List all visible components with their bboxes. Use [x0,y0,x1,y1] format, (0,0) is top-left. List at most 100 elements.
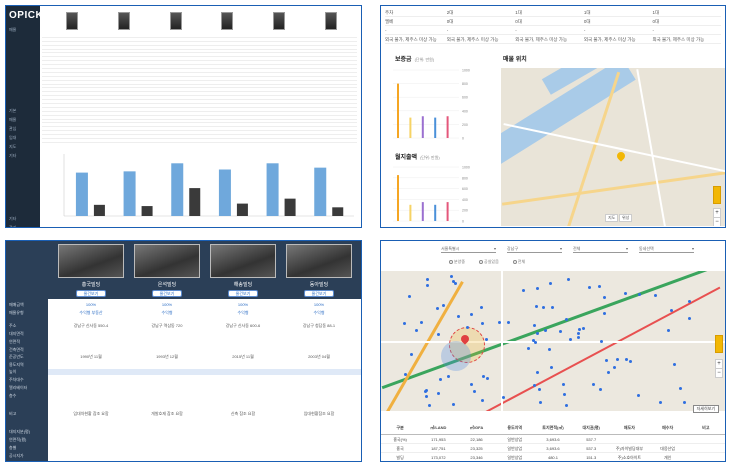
listing-marker[interactable] [581,327,585,331]
listing-marker[interactable] [424,395,428,399]
building-thumbnail[interactable] [169,12,182,30]
sidebar-item[interactable] [6,187,40,196]
sidebar-item[interactable] [6,34,40,43]
listing-marker[interactable] [420,321,424,325]
listing-marker[interactable] [427,403,431,407]
listing-marker[interactable] [441,304,445,308]
listing-marker[interactable] [403,321,407,325]
listing-marker[interactable] [470,313,474,317]
listing-marker[interactable] [562,392,566,396]
listing-marker[interactable] [658,400,662,404]
map-type-satellite[interactable]: 위성 [619,214,633,222]
bar[interactable] [421,202,424,221]
listing-marker[interactable] [564,403,568,407]
listing-marker[interactable] [424,389,428,393]
building-thumbnail[interactable] [325,12,338,30]
street-view-icon[interactable] [715,335,723,353]
bar[interactable] [171,163,184,216]
listing-marker[interactable] [567,278,571,282]
sidebar-item[interactable] [6,61,40,70]
filter-select[interactable]: 전체 ▾ [573,246,628,253]
bar[interactable] [236,203,248,216]
view-listing-button[interactable]: 물건보기 [76,290,106,297]
building-photo[interactable] [286,244,352,278]
sidebar-item[interactable] [6,160,40,169]
listing-marker[interactable] [456,314,460,318]
listing-marker[interactable] [482,374,486,378]
sidebar-item[interactable] [6,43,40,52]
bar[interactable] [397,83,399,138]
listing-marker[interactable] [577,335,581,339]
listing-marker[interactable] [577,328,581,332]
column-header[interactable]: 구분 [381,421,419,434]
listing-marker[interactable] [588,286,592,290]
bar[interactable] [409,117,412,138]
listing-marker[interactable] [481,321,485,325]
table-row[interactable]: 흥국(%) 171,953 22,186 일반상업 3,693.6 537.7 [381,435,725,444]
listing-marker[interactable] [679,386,683,390]
listing-marker[interactable] [437,391,441,395]
listing-marker[interactable] [425,283,429,287]
bar[interactable] [421,116,424,138]
listing-marker[interactable] [437,332,441,336]
listing-marker[interactable] [486,376,490,380]
column-header[interactable]: 대지권(평) [572,421,610,434]
sidebar-item[interactable] [6,178,40,187]
listing-marker[interactable] [450,275,454,279]
bar[interactable] [123,171,136,216]
listing-marker[interactable] [637,393,641,397]
listing-marker[interactable] [606,370,610,374]
listing-marker[interactable] [532,324,536,328]
filter-select[interactable]: 강남구 ▾ [507,246,562,253]
listing-marker[interactable] [425,277,429,281]
listing-marker[interactable] [625,358,629,362]
sidebar-item[interactable]: 관심 [6,124,40,133]
listing-marker[interactable] [452,403,456,407]
listing-marker[interactable] [548,347,552,351]
column-header[interactable]: 매도자 [610,421,648,434]
zoom-out-icon[interactable]: − [715,368,723,378]
listing-marker[interactable] [472,389,476,393]
view-listing-button[interactable]: 물건보기 [304,290,334,297]
bar[interactable] [446,116,449,138]
listing-marker[interactable] [480,305,484,309]
listing-marker[interactable] [403,373,407,377]
listing-marker[interactable] [638,292,642,296]
sidebar-item[interactable]: 지도 [6,142,40,151]
listing-marker[interactable] [415,328,419,332]
filter-select[interactable]: 서울특별시 ▾ [441,246,496,253]
bar[interactable] [434,117,437,138]
filter-radio[interactable]: 공실있음 [479,259,499,264]
view-listing-button[interactable]: 물건보기 [228,290,258,297]
building-photo[interactable] [134,244,200,278]
filter-select[interactable]: 동네선택 ▾ [639,246,694,253]
building-thumbnail[interactable] [65,12,78,30]
bar[interactable] [141,206,153,216]
sidebar-item[interactable]: 매물 [6,25,40,34]
listing-marker[interactable] [653,293,657,297]
street-view-icon[interactable] [713,186,721,204]
listing-marker[interactable] [687,299,691,303]
listing-marker[interactable] [522,289,526,293]
building-thumbnail[interactable] [221,12,234,30]
table-row[interactable]: 빌딩 173,072 23,346 일반상업 480.1 151.3 주)소호아이트 개인 [381,453,725,461]
listing-marker[interactable] [536,286,540,290]
listing-type-link[interactable]: 수익형 [286,310,352,316]
filter-radio[interactable]: 전체 [512,259,525,264]
listing-marker[interactable] [613,365,617,369]
listing-marker[interactable] [605,359,609,363]
listing-marker[interactable] [623,292,627,296]
building-photo[interactable] [210,244,276,278]
listing-marker[interactable] [534,305,538,309]
bar[interactable] [434,204,437,221]
listing-type-link[interactable]: 수익형 [134,310,200,316]
bar[interactable] [75,172,88,216]
bar[interactable] [314,167,327,216]
listing-marker[interactable] [536,371,540,375]
listing-marker[interactable] [682,401,686,405]
listing-marker[interactable] [628,359,632,363]
listing-marker[interactable] [447,375,451,379]
listing-marker[interactable] [526,346,530,350]
sidebar-item[interactable] [6,79,40,88]
listing-marker[interactable] [616,358,620,362]
